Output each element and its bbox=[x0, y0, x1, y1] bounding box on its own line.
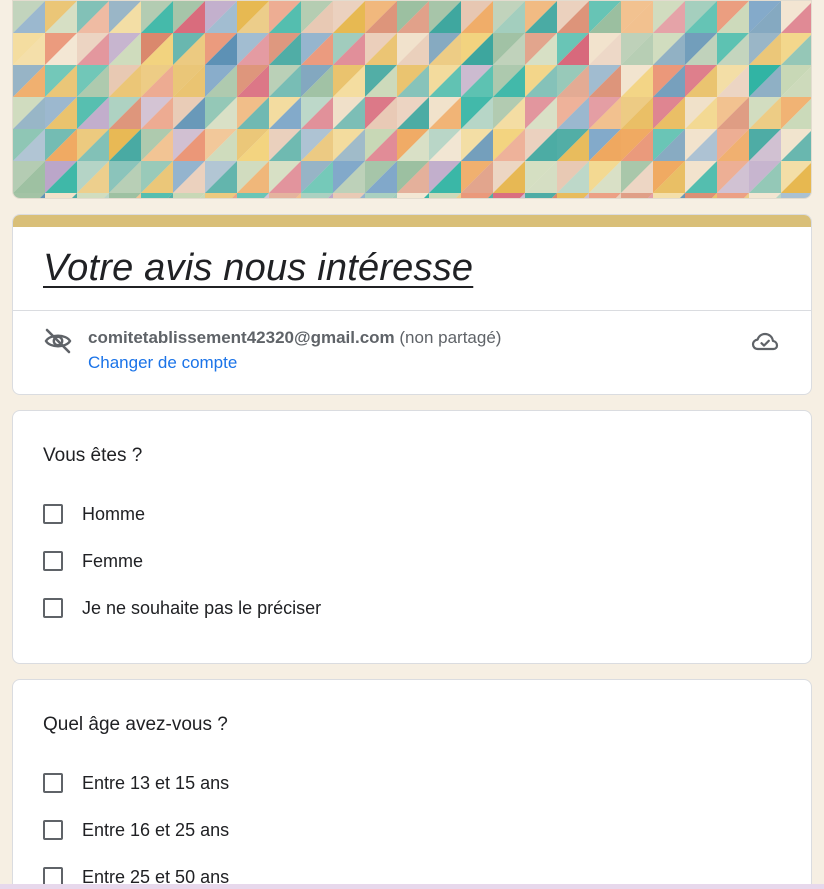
mosaic-tile bbox=[621, 193, 653, 198]
question-card-age: Quel âge avez-vous ? Entre 13 et 15 ans … bbox=[12, 679, 812, 889]
option-prefer-not-say[interactable]: Je ne souhaite pas le préciser bbox=[43, 595, 321, 621]
header-banner-image bbox=[12, 0, 812, 199]
option-age-13-15[interactable]: Entre 13 et 15 ans bbox=[43, 770, 229, 796]
checkbox[interactable] bbox=[43, 598, 63, 618]
mosaic-tile bbox=[493, 193, 525, 198]
checkbox[interactable] bbox=[43, 504, 63, 524]
question-card-gender: Vous êtes ? Homme Femme Je ne souhaite p… bbox=[12, 410, 812, 664]
option-age-16-25[interactable]: Entre 16 et 25 ans bbox=[43, 817, 229, 843]
form-title: Votre avis nous intéresse bbox=[43, 247, 474, 289]
mosaic-tile bbox=[301, 193, 333, 198]
mosaic-tile bbox=[781, 193, 811, 198]
mosaic-tile bbox=[269, 193, 301, 198]
question-title: Vous êtes ? bbox=[43, 445, 143, 466]
mosaic-tile bbox=[589, 193, 621, 198]
option-label: Femme bbox=[82, 550, 144, 571]
title-card: Votre avis nous intéresse comitetablisse… bbox=[12, 214, 812, 395]
mosaic-tile bbox=[45, 193, 77, 198]
mosaic-pattern bbox=[13, 1, 811, 198]
option-label: Entre 13 et 15 ans bbox=[82, 772, 230, 793]
checkbox[interactable] bbox=[43, 551, 63, 571]
mosaic-tile bbox=[749, 193, 781, 198]
checkbox[interactable] bbox=[43, 773, 63, 793]
mosaic-tile bbox=[109, 193, 141, 198]
mosaic-tile bbox=[237, 193, 269, 198]
mosaic-tile bbox=[685, 193, 717, 198]
eye-off-icon bbox=[44, 328, 72, 354]
option-femme[interactable]: Femme bbox=[43, 548, 143, 574]
mosaic-tile bbox=[205, 193, 237, 198]
question-title: Quel âge avez-vous ? bbox=[43, 714, 228, 735]
mosaic-tile bbox=[397, 193, 429, 198]
option-label: Homme bbox=[82, 503, 146, 524]
option-label: Entre 16 et 25 ans bbox=[82, 819, 230, 840]
mosaic-tile bbox=[461, 193, 493, 198]
account-email: comitetablissement42320@gmail.com bbox=[88, 328, 395, 347]
mosaic-tile bbox=[333, 193, 365, 198]
mosaic-tile bbox=[141, 193, 173, 198]
mosaic-tile bbox=[365, 193, 397, 198]
cloud-check-icon bbox=[751, 332, 779, 351]
mosaic-tile bbox=[717, 193, 749, 198]
form-page: Votre avis nous intéresse comitetablisse… bbox=[0, 0, 824, 889]
checkbox[interactable] bbox=[43, 820, 63, 840]
mosaic-tile bbox=[557, 193, 589, 198]
option-homme[interactable]: Homme bbox=[43, 501, 145, 527]
option-label: Je ne souhaite pas le préciser bbox=[82, 597, 322, 618]
title-accent-bar bbox=[13, 215, 811, 227]
sharing-note: (non partagé) bbox=[399, 328, 502, 347]
divider bbox=[13, 310, 811, 311]
switch-account-link[interactable]: Changer de compte bbox=[88, 353, 237, 373]
bottom-edge bbox=[0, 884, 824, 889]
account-info: comitetablissement42320@gmail.com (non p… bbox=[88, 328, 501, 348]
mosaic-tile bbox=[77, 193, 109, 198]
mosaic-tile bbox=[173, 193, 205, 198]
mosaic-tile bbox=[13, 193, 45, 198]
mosaic-tile bbox=[653, 193, 685, 198]
mosaic-tile bbox=[429, 193, 461, 198]
mosaic-tile bbox=[525, 193, 557, 198]
